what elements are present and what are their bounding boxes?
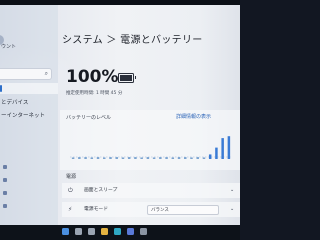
sidebar: ウント ⌕ とデバイス ーインターネット bbox=[0, 5, 58, 225]
chart-bar bbox=[90, 157, 94, 159]
chart-bar bbox=[208, 154, 212, 159]
chart-bar bbox=[109, 157, 112, 159]
battery-percentage: 100% bbox=[66, 67, 119, 87]
page-title: システム ＞ 電源とバッテリー bbox=[62, 35, 203, 46]
chart-bar bbox=[103, 157, 106, 159]
chevron-down-icon: ⌄ bbox=[230, 206, 235, 212]
task-view-icon[interactable] bbox=[88, 228, 95, 235]
sidebar-item-label: とデバイス bbox=[1, 100, 29, 106]
start-icon[interactable] bbox=[62, 228, 69, 235]
sidebar-item-devices[interactable]: とデバイス bbox=[0, 96, 58, 107]
sidebar-item-personalization[interactable] bbox=[0, 122, 58, 133]
search-icon: ⌕ bbox=[44, 70, 48, 77]
power-mode-value: バランス bbox=[151, 208, 169, 213]
chart-bar bbox=[140, 157, 143, 159]
chart-bar bbox=[215, 147, 218, 159]
sidebar-item-label: ーインターネット bbox=[1, 113, 46, 119]
chart-bar bbox=[227, 136, 231, 159]
settings-window: ウント ⌕ とデバイス ーインターネット システム ＞ 電源とバッテリー 100… bbox=[0, 5, 240, 225]
power-mode-row: ⚡ 電源モード バランス ⌄ bbox=[62, 202, 240, 217]
edge-icon[interactable] bbox=[114, 228, 121, 235]
sidebar-item-system[interactable] bbox=[0, 83, 58, 94]
battery-level-chart bbox=[70, 136, 232, 159]
chart-bar bbox=[196, 157, 199, 159]
screen-sleep-icon: ⏻ bbox=[68, 187, 73, 194]
chart-bar bbox=[121, 157, 125, 159]
chart-bar bbox=[127, 157, 131, 159]
battery-icon bbox=[118, 73, 136, 83]
screen-sleep-row[interactable]: ⏻ 画面とスリープ ⌄ bbox=[62, 183, 240, 198]
chart-bar bbox=[184, 157, 187, 159]
power-mode-icon: ⚡ bbox=[68, 206, 73, 213]
sidebar-icon bbox=[3, 191, 7, 195]
settings-icon[interactable] bbox=[140, 228, 147, 235]
chart-bar bbox=[146, 157, 150, 159]
battery-fill bbox=[120, 75, 132, 81]
chart-bar bbox=[171, 157, 175, 159]
explorer-icon[interactable] bbox=[101, 228, 108, 235]
account-label: ウント bbox=[1, 44, 17, 50]
chart-bar bbox=[152, 157, 156, 159]
chart-bar bbox=[190, 157, 193, 159]
store-icon[interactable] bbox=[127, 228, 134, 235]
chart-bar bbox=[221, 138, 224, 159]
chart-bar bbox=[84, 157, 87, 159]
screen-sleep-label: 画面とスリープ bbox=[84, 188, 118, 193]
power-mode-label: 電源モード bbox=[84, 207, 108, 212]
battery-estimate: 推定使用時間: 1 時間 45 分 bbox=[66, 91, 123, 96]
sidebar-item-accounts[interactable] bbox=[0, 148, 58, 159]
search-icon[interactable] bbox=[75, 228, 82, 235]
chart-bar bbox=[134, 157, 137, 159]
chart-bar bbox=[165, 157, 168, 159]
chart-bar bbox=[177, 157, 181, 159]
search-input[interactable]: ⌕ bbox=[0, 68, 52, 80]
chevron-down-icon: ⌄ bbox=[230, 187, 235, 193]
sidebar-icon bbox=[3, 165, 7, 169]
chart-bar bbox=[96, 157, 100, 159]
chart-bar bbox=[115, 157, 118, 159]
chart-bar bbox=[71, 157, 75, 159]
chart-bar bbox=[202, 157, 206, 159]
power-mode-select[interactable]: バランス bbox=[147, 205, 219, 215]
chart-bar bbox=[78, 157, 81, 159]
sidebar-item-apps[interactable] bbox=[0, 135, 58, 146]
sidebar-icon bbox=[3, 178, 7, 182]
sidebar-icon bbox=[3, 204, 7, 208]
power-section-label: 電源 bbox=[66, 174, 77, 180]
chart-bar bbox=[159, 157, 162, 159]
battery-nub bbox=[134, 76, 136, 79]
sidebar-item-network[interactable]: ーインターネット bbox=[0, 109, 58, 120]
